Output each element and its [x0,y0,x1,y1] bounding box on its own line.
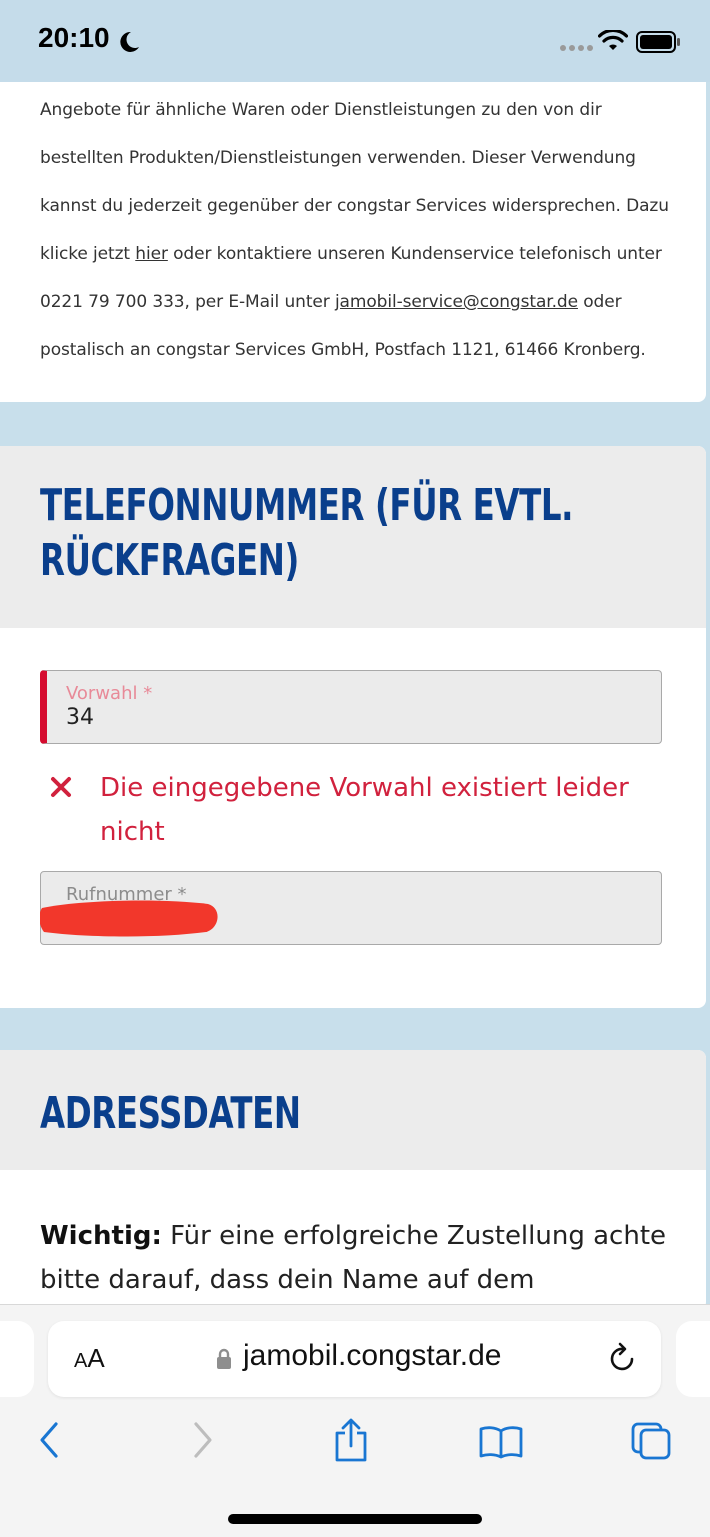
status-bar: 20:10 [0,0,710,82]
phone-section-title: TELEFONNUMMER (FÜR EVTL. RÜCKFRAGEN) [40,480,574,586]
area-code-value: 34 [66,705,94,730]
address-notice: Wichtig: Für eine erfolgreiche Zustellun… [40,1214,680,1302]
lock-icon [217,1348,231,1369]
reload-icon[interactable] [608,1341,638,1375]
error-x-icon [51,777,71,797]
consent-card: Angebote für ähnliche Waren oder Dienstl… [0,82,706,402]
service-email-link[interactable]: jamobil-service@congstar.de [335,292,578,312]
back-icon[interactable] [38,1421,60,1459]
address-notice-label: Wichtig: [40,1221,162,1251]
consent-text-1: Angebote für ähnliche Waren oder Dienstl… [40,100,669,264]
text-size-large: A [87,1343,105,1373]
home-indicator [228,1514,482,1524]
area-code-field[interactable]: Vorwahl * 34 [40,670,662,744]
phone-number-field[interactable]: Rufnummer * [40,871,662,945]
redaction-mark [40,900,218,937]
text-size-small: A [74,1350,88,1372]
forward-icon[interactable] [192,1421,214,1459]
previous-tab-pill[interactable] [0,1321,34,1397]
share-icon[interactable] [333,1417,369,1463]
consent-text: Angebote für ähnliche Waren oder Dienstl… [40,86,680,374]
phone-number-card: TELEFONNUMMER (FÜR EVTL. RÜCKFRAGEN) Vor… [0,446,706,1008]
address-bar[interactable]: AA jamobil.congstar.de [48,1321,661,1397]
phone-section-header: TELEFONNUMMER (FÜR EVTL. RÜCKFRAGEN) [0,446,706,628]
opt-out-link[interactable]: hier [135,244,168,264]
signal-icon [560,45,593,51]
url-domain[interactable]: jamobil.congstar.de [243,1339,502,1373]
moon-icon [120,31,139,52]
bookmarks-icon[interactable] [478,1425,524,1459]
wifi-icon [598,30,628,50]
status-time: 20:10 [38,22,110,53]
area-code-label: Vorwahl * [66,683,153,704]
address-section-header: ADRESSDATEN [0,1050,706,1170]
address-card: ADRESSDATEN Wichtig: Für eine erfolgreic… [0,1050,706,1310]
next-tab-pill[interactable] [676,1321,710,1397]
tabs-icon[interactable] [630,1421,674,1461]
battery-icon [636,31,680,53]
text-size-button[interactable]: AA [74,1343,105,1374]
area-code-error-message: Die eingegebene Vorwahl existiert leider… [100,773,629,847]
browser-toolbar: AA jamobil.congstar.de [0,1304,710,1537]
address-section-title: ADRESSDATEN [40,1088,301,1139]
